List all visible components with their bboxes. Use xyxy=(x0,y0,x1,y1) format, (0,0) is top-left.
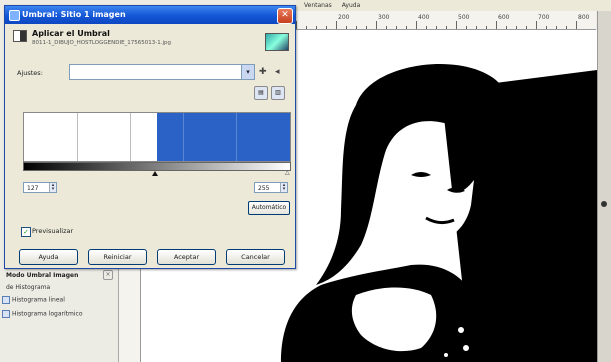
threshold-dialog: Umbral: Sitio 1 imagen ✕ Aplicar el Umbr… xyxy=(4,5,296,269)
close-icon[interactable]: × xyxy=(103,270,113,280)
gimp-icon xyxy=(9,10,20,21)
ruler-label: 300 xyxy=(378,14,390,21)
dock-title: Modo Umbral Imagen xyxy=(6,272,79,279)
high-threshold-input[interactable]: 255 ▴ ▾ xyxy=(254,182,288,193)
value-gradient-bar xyxy=(23,162,291,171)
radio-icon xyxy=(2,310,10,318)
dock-item-label: Histograma logarítmico xyxy=(12,310,83,318)
ruler-label: 500 xyxy=(458,14,470,21)
dialog-title: Umbral: Sitio 1 imagen xyxy=(22,10,126,19)
preset-menu-icon[interactable]: ◂ xyxy=(275,67,280,77)
low-threshold-handle[interactable] xyxy=(152,171,158,176)
presets-label: Ajustes: xyxy=(17,69,43,77)
threshold-range-selection[interactable] xyxy=(157,113,290,161)
close-button[interactable]: ✕ xyxy=(277,8,293,24)
ruler-label: 700 xyxy=(538,14,550,21)
menu-ventanas[interactable]: Ventanas xyxy=(304,2,332,9)
ruler-label: 600 xyxy=(498,14,510,21)
low-threshold-value: 127 xyxy=(27,185,39,192)
dock-item-log[interactable]: Histograma logarítmico xyxy=(2,310,83,318)
image-thumbnail xyxy=(265,33,289,51)
linear-histogram-button[interactable]: ▤ xyxy=(254,86,268,100)
log-histogram-button[interactable]: ▥ xyxy=(271,86,285,100)
ruler-label: 200 xyxy=(338,14,350,21)
right-scroll-strip[interactable] xyxy=(597,11,611,362)
presets-dropdown[interactable]: ▾ xyxy=(69,64,255,80)
add-preset-icon[interactable]: ✚ xyxy=(259,67,267,77)
preview-checkbox[interactable]: ✓ xyxy=(21,227,31,237)
strip-knob xyxy=(601,201,607,207)
image-filename: 8011-1_DIBUJO_HOSTLOGGENDIE_17565013-1.j… xyxy=(32,40,172,46)
dock-subtitle: de Histograma xyxy=(6,284,51,291)
radio-icon xyxy=(2,296,10,304)
high-threshold-handle[interactable]: △ xyxy=(285,169,290,176)
spin-arrows-icon[interactable]: ▴ ▾ xyxy=(49,183,56,192)
preview-label: Previsualizar xyxy=(32,227,74,235)
menubar: Ventanas Ayuda xyxy=(296,0,611,11)
ruler-label: 800 xyxy=(578,14,590,21)
dock-item-linear[interactable]: Histograma lineal xyxy=(2,296,65,304)
dialog-titlebar[interactable]: Umbral: Sitio 1 imagen ✕ xyxy=(5,6,295,24)
horizontal-ruler[interactable]: 200 300 400 500 600 700 800 xyxy=(296,11,596,30)
menu-ayuda[interactable]: Ayuda xyxy=(342,2,361,9)
low-threshold-input[interactable]: 127 ▴ ▾ xyxy=(23,182,57,193)
chevron-down-icon: ▾ xyxy=(241,65,254,79)
reset-button[interactable]: Reiniciar xyxy=(88,249,147,265)
help-button[interactable]: Ayuda xyxy=(19,249,78,265)
dock-item-label: Histograma lineal xyxy=(12,296,65,304)
spin-arrows-icon[interactable]: ▴ ▾ xyxy=(280,183,287,192)
high-threshold-value: 255 xyxy=(258,185,270,192)
histogram-dock: Modo Umbral Imagen × de Histograma Histo… xyxy=(0,267,119,362)
threshold-histogram[interactable] xyxy=(23,112,291,162)
threshold-icon xyxy=(13,30,27,42)
dialog-heading: Aplicar el Umbral xyxy=(32,29,110,38)
ruler-label: 400 xyxy=(418,14,430,21)
ok-button[interactable]: Aceptar xyxy=(157,249,216,265)
auto-button[interactable]: Automático xyxy=(248,201,290,215)
cancel-button[interactable]: Cancelar xyxy=(226,249,285,265)
